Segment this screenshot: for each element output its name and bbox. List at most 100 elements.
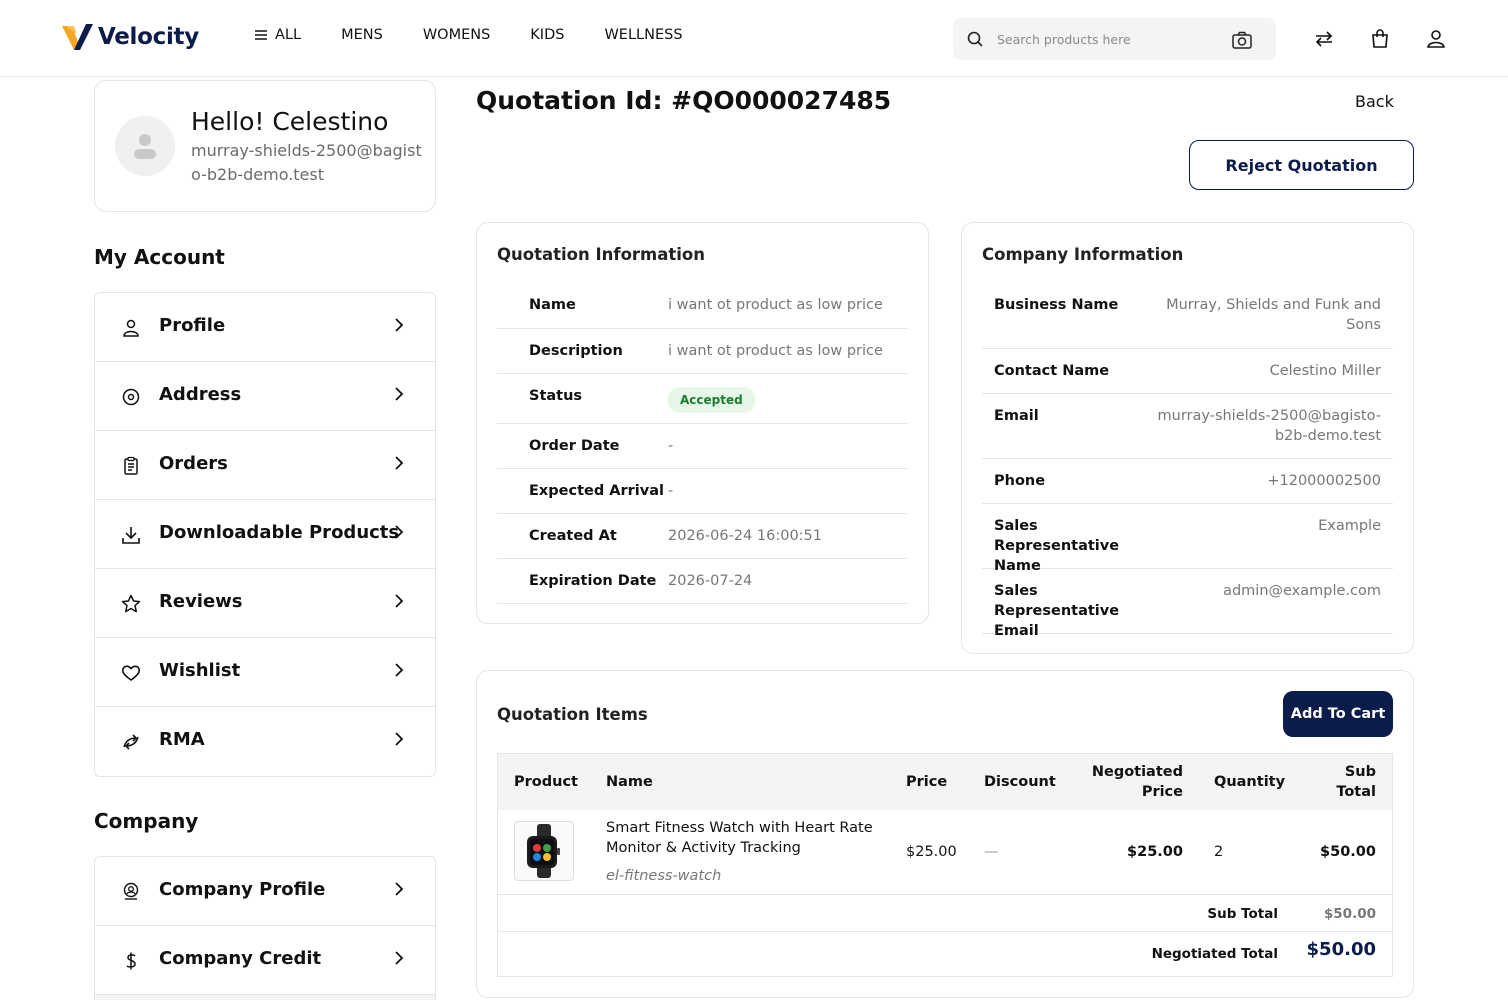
account-menu: Profile Address Orders Downloadable Prod… <box>94 292 436 777</box>
camera-icon[interactable] <box>1231 30 1253 50</box>
info-value: - <box>668 483 674 499</box>
heart-icon <box>121 665 141 681</box>
subtotal-label: Sub Total <box>1207 906 1278 922</box>
search-input[interactable] <box>997 28 1217 50</box>
chevron-right-icon <box>395 456 404 470</box>
product-discount: — <box>984 844 999 860</box>
nav-mens[interactable]: MENS <box>341 27 383 43</box>
chevron-right-icon <box>395 318 404 332</box>
sidebar-item-label: Downloadable Products <box>159 522 400 543</box>
nav-kids-label: KIDS <box>530 27 565 43</box>
chevron-right-icon <box>395 594 404 608</box>
info-value: i want ot product as low price <box>668 343 883 359</box>
col-name: Name <box>606 774 653 790</box>
info-row-sales-rep-email: Sales Representative Email admin@example… <box>982 569 1393 639</box>
company-information-card: Company Information Business Name Murray… <box>961 222 1414 654</box>
user-icon[interactable] <box>1425 28 1447 50</box>
info-value: i want ot product as low price <box>668 297 883 313</box>
product-sub-total: $50.00 <box>1320 844 1376 860</box>
sidebar-item-label: Orders <box>159 453 228 474</box>
row-divider <box>498 894 1392 895</box>
info-value: 2026-06-24 16:00:51 <box>668 528 822 544</box>
nav-womens[interactable]: WOMENS <box>423 27 490 43</box>
company-title: Company <box>94 809 199 833</box>
compare-icon[interactable] <box>1313 28 1335 50</box>
nav-kids[interactable]: KIDS <box>530 27 564 43</box>
info-row-phone: Phone +12000002500 <box>982 459 1393 504</box>
sidebar-item-wishlist[interactable]: Wishlist <box>95 638 435 707</box>
row-divider <box>498 931 1392 932</box>
avatar <box>115 116 175 176</box>
product-image[interactable] <box>514 821 574 881</box>
sidebar-item-reviews[interactable]: Reviews <box>95 569 435 638</box>
location-icon <box>122 388 140 406</box>
info-label: Business Name <box>994 297 1119 313</box>
quotation-information-card: Quotation Information Name i want ot pro… <box>476 222 929 624</box>
info-label: Order Date <box>529 438 620 454</box>
sidebar-item-label: Company Profile <box>159 879 326 900</box>
info-label: Expected Arrival <box>529 483 664 499</box>
brand-name: Velocity <box>98 24 199 50</box>
product-price: $25.00 <box>906 844 957 860</box>
profile-card: Hello! Celestino murray-shields-2500@bag… <box>94 80 436 212</box>
table-header: Product Name Price Discount Negotiated P… <box>498 754 1392 810</box>
quotation-id-title: Quotation Id: #QO000027485 <box>476 86 892 115</box>
star-icon <box>121 594 141 613</box>
chevron-right-icon <box>395 525 404 539</box>
company-information-title: Company Information <box>982 245 1184 264</box>
info-label: Expiration Date <box>529 573 657 589</box>
sidebar-item-label: Address <box>159 384 242 405</box>
info-label: Name <box>529 297 576 313</box>
avatar-placeholder-icon <box>134 134 156 159</box>
info-value: Example <box>1318 518 1381 534</box>
sidebar-item-company-credit[interactable]: Company Credit <box>95 926 435 995</box>
sidebar-item-downloadable-products[interactable]: Downloadable Products <box>95 500 435 569</box>
return-icon <box>123 734 139 750</box>
sidebar-item-company-profile[interactable]: Company Profile <box>95 857 435 926</box>
sidebar-item-orders[interactable]: Orders <box>95 431 435 500</box>
info-row-description: Description i want ot product as low pri… <box>497 329 908 374</box>
main-nav: ALL MENS WOMENS KIDS WELLNESS <box>253 27 723 43</box>
sidebar-item-profile[interactable]: Profile <box>95 293 435 362</box>
brand-logo[interactable]: Velocity <box>60 20 199 54</box>
search-bar <box>953 18 1276 60</box>
smartwatch-icon <box>527 824 560 878</box>
my-account-title: My Account <box>94 245 225 269</box>
sidebar-item-label: RMA <box>159 729 205 750</box>
add-to-cart-button[interactable]: Add To Cart <box>1283 691 1393 737</box>
nav-all-label: ALL <box>275 27 302 43</box>
chevron-right-icon <box>395 882 404 896</box>
reject-quotation-button[interactable]: Reject Quotation <box>1189 140 1414 190</box>
info-row-email: Email murray-shields-2500@bagisto-b2b-de… <box>982 394 1393 459</box>
user-icon <box>123 319 139 337</box>
company-menu: Company Profile Company Credit <box>94 856 436 1000</box>
info-value: - <box>668 438 674 454</box>
info-label: Sales Representative Email <box>994 583 1120 639</box>
col-sub-total: Sub Total <box>1336 764 1376 800</box>
product-quantity: 2 <box>1214 844 1224 860</box>
chevron-right-icon <box>395 663 404 677</box>
info-value: murray-shields-2500@bagisto-b2b-demo.tes… <box>1157 408 1381 444</box>
sidebar-item-rma[interactable]: RMA <box>95 707 435 776</box>
info-value: admin@example.com <box>1223 583 1381 599</box>
status-badge: Accepted <box>668 387 755 413</box>
chevron-right-icon <box>395 387 404 401</box>
dollar-icon <box>126 952 136 970</box>
clipboard-icon <box>124 456 138 475</box>
info-value: +12000002500 <box>1267 473 1381 489</box>
product-name[interactable]: Smart Fitness Watch with Heart Rate Moni… <box>606 818 876 858</box>
sidebar-item-next[interactable] <box>95 995 435 1000</box>
info-row-created-at: Created At 2026-06-24 16:00:51 <box>497 514 908 559</box>
info-label: Email <box>994 408 1039 424</box>
sidebar-item-address[interactable]: Address <box>95 362 435 431</box>
info-row-sales-rep-name: Sales Representative Name Example <box>982 504 1393 574</box>
info-row-expiration-date: Expiration Date 2026-07-24 <box>497 559 908 604</box>
nav-womens-label: WOMENS <box>422 27 491 43</box>
quotation-information-title: Quotation Information <box>497 245 705 264</box>
cart-icon[interactable] <box>1369 28 1391 50</box>
sidebar-item-label: Company Credit <box>159 948 322 969</box>
back-link[interactable]: Back <box>1355 92 1394 111</box>
nav-all[interactable]: ALL <box>253 27 301 43</box>
info-row-contact-name: Contact Name Celestino Miller <box>982 349 1393 394</box>
nav-wellness[interactable]: WELLNESS <box>604 27 682 43</box>
